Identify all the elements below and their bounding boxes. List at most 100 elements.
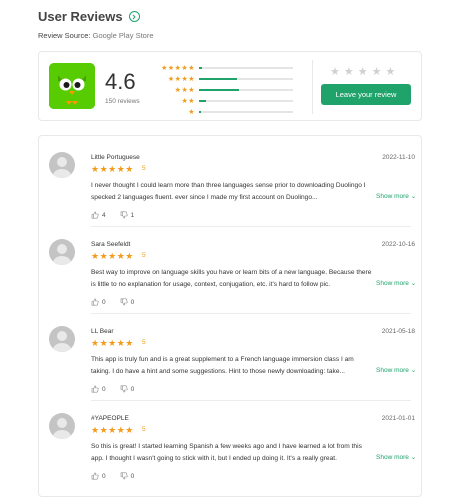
rating-bar-track [199, 111, 293, 113]
show-more-label[interactable]: Show more [376, 367, 409, 374]
review-date: 2021-05-18 [381, 328, 415, 335]
reviews-header: User Reviews [38, 9, 140, 24]
rating-bar-track [199, 100, 293, 102]
review-votes: 00 [91, 472, 148, 480]
rating-bar-row: ★★ [149, 96, 335, 105]
review-date: 2022-11-10 [382, 154, 415, 161]
like-button[interactable]: 0 [91, 472, 106, 480]
dislike-count: 0 [130, 385, 135, 393]
review-author: Sara Seefeldt [91, 241, 131, 248]
show-more-label[interactable]: Show more [376, 193, 409, 200]
dislike-button[interactable]: 0 [120, 385, 135, 393]
reviews-list: Little Portuguese 2022-11-10 ★★★★★ 5 I never… [38, 135, 422, 497]
chevron-down-icon: ⌄ [410, 280, 417, 287]
rating-bar-stars: ★★ [181, 97, 195, 105]
rating-bar-stars: ★★★ [174, 86, 195, 94]
like-count: 4 [102, 211, 106, 219]
review-item: Little Portuguese 2022-11-10 ★★★★★ 5 I never… [39, 140, 423, 227]
review-item: LL Bear 2021-05-18 ★★★★★ 5 This app is truly… [39, 314, 423, 401]
review-stars: ★★★★★ [91, 338, 134, 348]
like-count: 0 [102, 385, 106, 393]
rate-stars-input[interactable]: ★★★★★ [330, 65, 399, 78]
review-date: 2021-01-01 [381, 415, 415, 422]
dislike-count: 0 [130, 298, 135, 306]
review-votes: 41 [91, 211, 148, 219]
review-item: #YAPEOPLE 2021-01-01 ★★★★★ 5 So this is grea… [39, 401, 423, 488]
avatar [49, 413, 75, 439]
like-count: 0 [102, 298, 106, 306]
review-item: Sara Seefeldt 2022-10-16 ★★★★★ 5 Best way to… [39, 227, 423, 314]
dislike-button[interactable]: 1 [120, 211, 135, 219]
review-votes: 00 [91, 298, 148, 306]
rating-bar-track [199, 78, 293, 80]
rating-bar-row: ★★★★★ [149, 63, 335, 72]
show-more-label[interactable]: Show more [376, 454, 409, 461]
rating-bar-fill [199, 67, 202, 69]
arrow-right-circle-icon[interactable] [128, 11, 140, 22]
avatar [49, 152, 75, 178]
divider [312, 60, 313, 114]
thumbs-up-icon [91, 472, 99, 480]
review-votes: 00 [91, 385, 148, 393]
rating-bar-stars: ★★★★★ [161, 64, 195, 72]
chevron-down-icon: ⌄ [410, 367, 417, 374]
review-count: 150 reviews [105, 98, 140, 105]
average-rating: 4.6 [105, 69, 136, 94]
thumbs-up-icon [91, 211, 99, 219]
thumbs-up-icon [91, 298, 99, 306]
review-text: This app is truly fun and is a great sup… [91, 356, 354, 375]
rating-summary-card: 4.6 150 reviews ★★★★★ ★★★★ ★★★ ★★ ★ ★★★★★ Le… [38, 51, 422, 121]
rating-bar-fill [199, 100, 206, 102]
avatar [49, 239, 75, 265]
review-text: So this is great! I started learning Spa… [91, 443, 362, 462]
review-score: 5 [142, 252, 146, 259]
review-score: 5 [142, 339, 146, 346]
review-source: Review Source: Google Play Store [38, 31, 154, 40]
rating-bar-stars: ★ [188, 108, 195, 116]
show-more-link[interactable]: Show more ⌄ [376, 279, 416, 287]
review-score: 5 [142, 426, 146, 433]
rating-bar-row: ★★★★ [149, 74, 335, 83]
rating-bar-fill [199, 111, 201, 113]
review-stars: ★★★★★ [91, 425, 134, 435]
thumbs-down-icon [120, 211, 128, 219]
review-author: LL Bear [91, 328, 114, 335]
review-stars: ★★★★★ [91, 251, 134, 261]
review-source-label: Review Source: [38, 31, 91, 40]
rating-bar-row: ★ [149, 107, 335, 116]
rating-bar-fill [199, 78, 237, 80]
page-title: User Reviews [38, 9, 123, 24]
rating-bar-stars: ★★★★ [167, 75, 195, 83]
rating-bar-fill [199, 89, 239, 91]
review-date: 2022-10-16 [381, 241, 415, 248]
avatar [49, 326, 75, 352]
review-author: Little Portuguese [91, 154, 140, 161]
like-button[interactable]: 0 [91, 385, 106, 393]
like-button[interactable]: 0 [91, 298, 106, 306]
show-more-link[interactable]: Show more ⌄ [376, 453, 416, 461]
review-text: Best way to improve on language skills y… [91, 269, 372, 288]
review-text: I never thought I could learn more than … [91, 182, 366, 201]
like-button[interactable]: 4 [91, 211, 106, 219]
review-score: 5 [142, 165, 146, 172]
thumbs-down-icon [120, 298, 128, 306]
rating-bar-track [199, 67, 293, 69]
dislike-count: 1 [130, 211, 135, 219]
show-more-label[interactable]: Show more [376, 280, 409, 287]
dislike-button[interactable]: 0 [120, 298, 135, 306]
thumbs-down-icon [120, 385, 128, 393]
dislike-count: 0 [130, 472, 135, 480]
leave-review-button[interactable]: Leave your review [321, 84, 411, 105]
review-author: #YAPEOPLE [91, 415, 129, 422]
rating-bar-track [199, 89, 293, 91]
review-stars: ★★★★★ [91, 164, 134, 174]
show-more-link[interactable]: Show more ⌄ [376, 192, 416, 200]
show-more-link[interactable]: Show more ⌄ [376, 366, 416, 374]
rating-bar-row: ★★★ [149, 85, 335, 94]
thumbs-up-icon [91, 385, 99, 393]
like-count: 0 [102, 472, 106, 480]
chevron-down-icon: ⌄ [410, 193, 417, 200]
thumbs-down-icon [120, 472, 128, 480]
dislike-button[interactable]: 0 [120, 472, 135, 480]
app-logo-icon [49, 63, 95, 109]
